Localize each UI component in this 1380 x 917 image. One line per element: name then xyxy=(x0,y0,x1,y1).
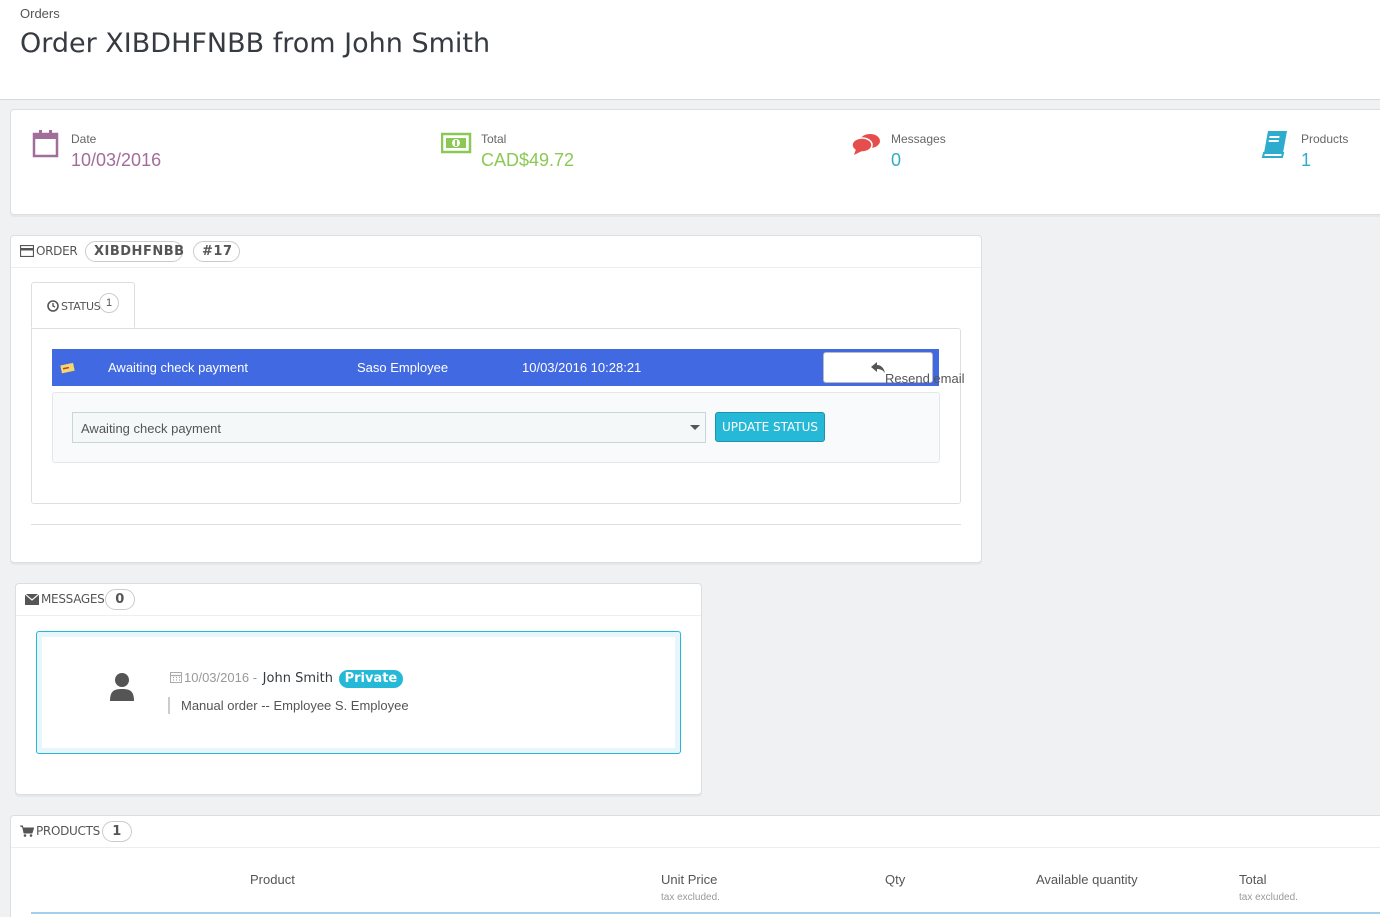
breadcrumb[interactable]: Orders xyxy=(20,6,60,21)
kpi-total-value: CAD$49.72 xyxy=(481,150,575,170)
order-reference-badge: XIBDHFNBB xyxy=(85,241,184,262)
tab-status-text: STATUS xyxy=(61,300,101,313)
resend-email-label: Resend email xyxy=(885,371,965,386)
private-badge: Private xyxy=(338,670,404,688)
order-id-badge: #17 xyxy=(193,241,240,262)
column-subheader-unit-price: tax excluded. xyxy=(661,892,720,903)
history-datetime: 10/03/2016 10:28:21 xyxy=(522,360,642,375)
messages-panel-title: MESSAGES xyxy=(24,592,105,606)
message-date: 10/03/2016 xyxy=(184,670,250,685)
status-history-row: Awaiting check payment Saso Employee 10/… xyxy=(52,349,965,386)
calendar-icon xyxy=(170,672,182,683)
products-panel-heading: PRODUCTS 1 xyxy=(11,816,1380,848)
resend-email-button[interactable]: Resend email xyxy=(823,352,965,386)
kpi-date-value: 10/03/2016 xyxy=(71,150,162,170)
kpi-products-label: Products xyxy=(1301,132,1349,146)
message-separator: - xyxy=(252,670,258,685)
book-icon xyxy=(1261,131,1287,158)
column-header-available-quantity: Available quantity xyxy=(1036,872,1138,887)
kpi-messages-label: Messages xyxy=(891,132,946,146)
order-panel: ORDER XIBDHFNBB #17 STATUS 1 Awaiting ch… xyxy=(10,235,982,563)
kpi-total-label: Total xyxy=(481,132,507,146)
messages-panel-title-text: MESSAGES xyxy=(41,592,105,606)
products-panel-title: PRODUCTS xyxy=(20,824,100,838)
comments-icon xyxy=(851,134,880,155)
column-header-product: Product xyxy=(250,872,295,887)
kpi-date-label: Date xyxy=(71,132,97,146)
history-employee: Saso Employee xyxy=(357,360,449,375)
calendar-icon xyxy=(32,130,59,158)
column-subheader-total: tax excluded. xyxy=(1239,892,1298,903)
products-count-badge: 1 xyxy=(102,821,132,842)
status-tab-content: Awaiting check payment Saso Employee 10/… xyxy=(31,328,965,504)
table-header-border xyxy=(31,912,1380,914)
credit-card-icon xyxy=(19,244,35,258)
order-panel-title: ORDER xyxy=(19,244,78,258)
order-status-select-value: Awaiting check payment xyxy=(81,421,221,436)
column-header-total: Total xyxy=(1239,872,1267,887)
message-author: John Smith xyxy=(262,671,333,686)
page-title: Order XIBDHFNBB from John Smith xyxy=(20,28,491,59)
money-icon xyxy=(441,132,472,154)
column-header-unit-price: Unit Price xyxy=(661,872,718,887)
order-panel-title-text: ORDER xyxy=(36,244,78,258)
message-text: Manual order -- Employee S. Employee xyxy=(168,697,409,714)
reply-icon xyxy=(871,362,885,373)
user-avatar-icon xyxy=(110,673,134,701)
kpi-products-value[interactable]: 1 xyxy=(1301,150,1311,171)
message-meta: 10/03/2016 - John Smith Private xyxy=(170,670,404,688)
tab-status-count: 1 xyxy=(99,293,119,313)
kpi-messages-value[interactable]: 0 xyxy=(891,150,901,171)
caret-down-icon xyxy=(690,425,700,430)
history-status: Awaiting check payment xyxy=(108,360,248,375)
products-panel: PRODUCTS 1 Product Unit Price tax exclud… xyxy=(10,815,1380,917)
messages-count-badge: 0 xyxy=(105,589,135,610)
message-item: 10/03/2016 - John Smith Private Manual o… xyxy=(36,631,681,754)
tab-status[interactable]: STATUS 1 xyxy=(31,282,135,328)
divider xyxy=(31,524,961,525)
shopping-cart-icon xyxy=(20,825,35,837)
order-status-select[interactable]: Awaiting check payment xyxy=(72,412,706,443)
column-header-qty: Qty xyxy=(885,872,906,887)
update-status-form: Awaiting check payment UPDATE STATUS xyxy=(52,392,940,463)
envelope-icon xyxy=(24,593,40,605)
messages-panel-heading: MESSAGES 0 xyxy=(16,584,701,616)
order-panel-heading: ORDER XIBDHFNBB #17 xyxy=(11,236,981,268)
kpi-bar: Date 10/03/2016 Total CAD$49.72 Messages… xyxy=(10,109,1380,215)
tab-status-label: STATUS xyxy=(47,300,101,313)
check-payment-icon xyxy=(60,362,75,374)
clock-icon xyxy=(47,300,59,312)
page-header: Orders Order XIBDHFNBB from John Smith xyxy=(0,0,1380,100)
products-panel-title-text: PRODUCTS xyxy=(36,824,100,838)
update-status-button[interactable]: UPDATE STATUS xyxy=(715,412,825,442)
messages-panel: MESSAGES 0 10/03/2016 - John Smith Priva… xyxy=(15,583,702,795)
